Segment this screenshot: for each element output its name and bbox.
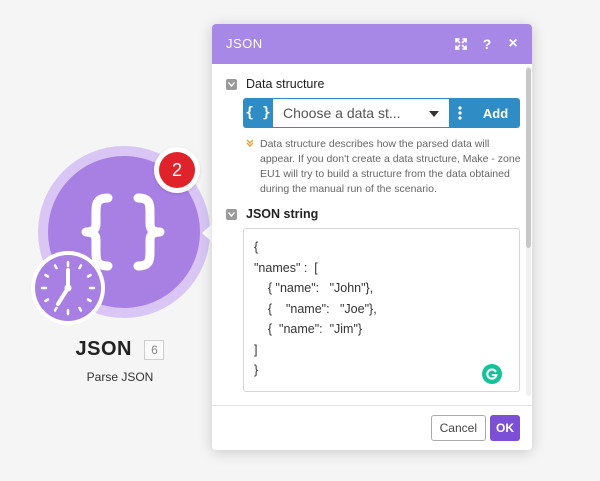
grammarly-icon[interactable]: [482, 364, 502, 384]
collapse-toggle-icon[interactable]: [226, 78, 237, 90]
dialog-header: JSON ? ×: [212, 24, 532, 64]
add-data-structure-button[interactable]: Add: [471, 98, 520, 128]
close-glyph: ×: [508, 35, 518, 52]
more-options-icon[interactable]: [449, 98, 471, 128]
chevron-info-icon: [246, 139, 254, 147]
header-buttons: ? ×: [452, 35, 522, 53]
json-string-input[interactable]: { "names" : [ { "name": "John"}, { "name…: [243, 228, 520, 392]
module-title-row: JSON 6: [0, 338, 240, 361]
ok-button[interactable]: OK: [490, 415, 520, 441]
data-structure-section: Data structure: [226, 77, 325, 91]
json-string-label: JSON string: [246, 207, 319, 221]
module-number: 6: [144, 339, 165, 360]
help-glyph: ?: [482, 36, 492, 52]
data-structure-select[interactable]: Choose a data st...: [273, 98, 449, 128]
data-structure-picker: { } Choose a data st... Add: [243, 98, 520, 128]
module-title: JSON: [75, 338, 132, 360]
cancel-button[interactable]: Cancel: [430, 415, 486, 441]
error-count-badge[interactable]: 2: [154, 147, 200, 193]
badge-count: 2: [159, 152, 195, 188]
scrollbar-thumb[interactable]: [526, 68, 531, 248]
json-settings-dialog: JSON ? × Data structure { } Choose a dat…: [212, 24, 532, 450]
chevron-down-icon: [429, 111, 439, 117]
data-structure-placeholder: Choose a data st...: [283, 105, 401, 121]
dialog-body: Data structure { } Choose a data st... A…: [212, 64, 532, 406]
json-module[interactable]: 2 JSON 6 Parse JSON: [0, 0, 230, 420]
clock-icon[interactable]: [30, 250, 106, 326]
data-structure-type-icon[interactable]: { }: [243, 98, 273, 128]
data-structure-help: Data structure describes how the parsed …: [260, 138, 521, 195]
help-icon[interactable]: ?: [478, 35, 496, 53]
data-structure-label: Data structure: [246, 77, 325, 91]
dialog-footer: Cancel OK: [212, 405, 532, 450]
dialog-pointer: [202, 224, 212, 242]
json-string-section: JSON string: [226, 207, 318, 221]
expand-icon[interactable]: [452, 35, 470, 53]
collapse-toggle-icon[interactable]: [226, 208, 237, 220]
module-subtitle: Parse JSON: [86, 370, 154, 384]
close-icon[interactable]: ×: [504, 35, 522, 53]
dialog-title: JSON: [226, 36, 263, 51]
